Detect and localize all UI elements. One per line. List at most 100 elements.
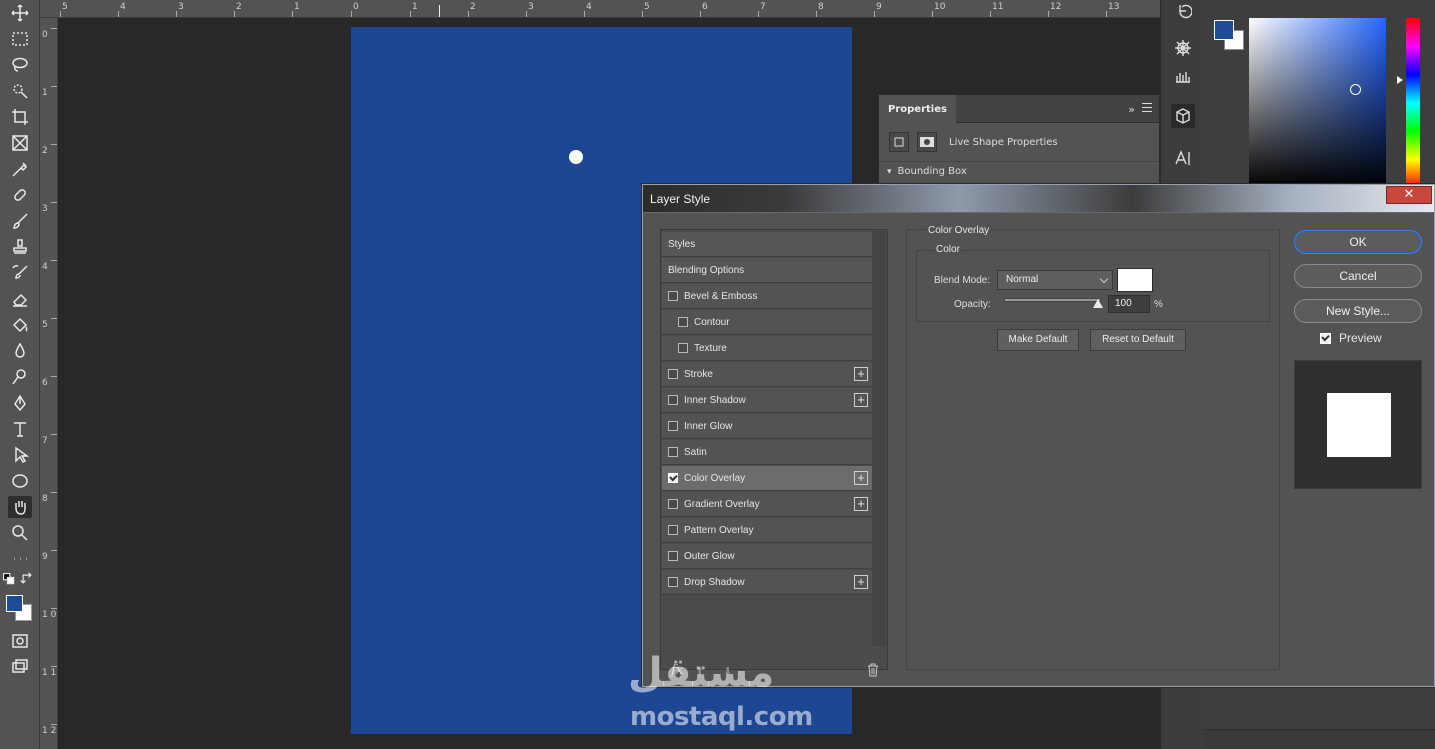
- add-effect-icon[interactable]: +: [854, 575, 868, 589]
- ruler-label: 13: [1108, 2, 1120, 12]
- history-icon[interactable]: [1171, 0, 1195, 24]
- list-item-texture[interactable]: Texture: [662, 336, 872, 361]
- path-selection-tool-icon[interactable]: [8, 444, 32, 466]
- lasso-tool-icon[interactable]: [8, 54, 32, 76]
- history-brush-tool-icon[interactable]: [8, 262, 32, 284]
- character-icon[interactable]: [1171, 146, 1195, 170]
- clone-stamp-tool-icon[interactable]: [8, 236, 32, 258]
- properties-icon[interactable]: [1171, 104, 1195, 128]
- blend-mode-select[interactable]: Normal: [997, 270, 1113, 290]
- add-effect-icon[interactable]: +: [854, 471, 868, 485]
- list-item-drop-shadow[interactable]: Drop Shadow +: [662, 570, 872, 595]
- list-item-blending-options[interactable]: Blending Options: [662, 258, 872, 283]
- checkbox[interactable]: [668, 551, 678, 561]
- list-item-styles[interactable]: Styles: [662, 232, 872, 257]
- checkbox[interactable]: [668, 369, 678, 379]
- quick-mask-icon[interactable]: [8, 630, 32, 652]
- bounding-box-section[interactable]: ▾ Bounding Box: [879, 161, 1159, 181]
- overlay-color-swatch[interactable]: [1117, 268, 1153, 292]
- dodge-tool-icon[interactable]: [8, 366, 32, 388]
- list-item-pattern-overlay[interactable]: Pattern Overlay: [662, 518, 872, 543]
- transform-icon[interactable]: [889, 132, 909, 152]
- add-effect-icon[interactable]: +: [854, 367, 868, 381]
- opacity-slider[interactable]: [1004, 298, 1101, 302]
- ruler-label: 4: [42, 262, 48, 272]
- mask-icon[interactable]: [917, 132, 937, 152]
- checkbox[interactable]: [668, 421, 678, 431]
- color-panel-foreground-swatch[interactable]: [1214, 20, 1234, 40]
- checkbox-checked[interactable]: [668, 473, 678, 483]
- ok-button[interactable]: OK: [1294, 230, 1422, 254]
- crop-tool-icon[interactable]: [8, 106, 32, 128]
- trash-icon[interactable]: [867, 663, 879, 677]
- color-picker-ring[interactable]: [1350, 84, 1361, 95]
- dialog-titlebar[interactable]: Layer Style ✕: [643, 185, 1434, 212]
- hue-slider-handle[interactable]: [1397, 76, 1403, 84]
- ellipse-tool-icon[interactable]: [8, 470, 32, 492]
- ruler-tick: [51, 260, 57, 261]
- healing-brush-tool-icon[interactable]: [8, 184, 32, 206]
- checkbox[interactable]: [668, 291, 678, 301]
- marquee-tool-icon[interactable]: [8, 28, 32, 50]
- list-item-label: Color Overlay: [684, 472, 746, 484]
- opacity-input[interactable]: 100: [1108, 295, 1150, 313]
- panel-menu-icon[interactable]: [1142, 103, 1152, 112]
- add-effect-icon[interactable]: +: [854, 497, 868, 511]
- brush-tool-icon[interactable]: [8, 210, 32, 232]
- list-item-contour[interactable]: Contour: [662, 310, 872, 335]
- checkbox[interactable]: [668, 447, 678, 457]
- default-colors-icon[interactable]: [2, 572, 16, 586]
- frame-tool-icon[interactable]: [8, 132, 32, 154]
- more-tools-icon[interactable]: [8, 548, 32, 570]
- move-tool-icon[interactable]: [8, 2, 32, 24]
- list-item-inner-shadow[interactable]: Inner Shadow +: [662, 388, 872, 413]
- list-item-color-overlay[interactable]: Color Overlay +: [662, 466, 872, 491]
- foreground-color-swatch[interactable]: [6, 595, 23, 612]
- new-style-button[interactable]: New Style...: [1294, 299, 1422, 323]
- checkbox[interactable]: [678, 317, 688, 327]
- eraser-tool-icon[interactable]: [8, 288, 32, 310]
- tab-properties[interactable]: Properties: [879, 95, 956, 123]
- list-item-satin[interactable]: Satin: [662, 440, 872, 465]
- checkbox[interactable]: [678, 343, 688, 353]
- opacity-slider-thumb[interactable]: [1093, 299, 1103, 308]
- list-item-bevel-emboss[interactable]: Bevel & Emboss: [662, 284, 872, 309]
- reset-to-default-button[interactable]: Reset to Default: [1090, 329, 1186, 351]
- 3d-icon[interactable]: [1171, 36, 1195, 60]
- checkbox[interactable]: [668, 395, 678, 405]
- move-up-icon[interactable]: ⬆: [695, 665, 704, 678]
- checkbox[interactable]: [668, 499, 678, 509]
- eyedropper-tool-icon[interactable]: [8, 158, 32, 180]
- blur-tool-icon[interactable]: [8, 340, 32, 362]
- screen-mode-icon[interactable]: [8, 656, 32, 678]
- list-scrollbar[interactable]: [872, 231, 886, 646]
- preview-checkbox[interactable]: [1320, 332, 1331, 344]
- list-item-outer-glow[interactable]: Outer Glow: [662, 544, 872, 569]
- panel-collapse-icon[interactable]: »: [1128, 103, 1135, 116]
- close-button[interactable]: ✕: [1386, 186, 1432, 204]
- color-field[interactable]: [1249, 18, 1386, 188]
- white-circle-shape[interactable]: [569, 150, 583, 164]
- cancel-button[interactable]: Cancel: [1294, 264, 1422, 288]
- checkbox[interactable]: [668, 525, 678, 535]
- hand-tool-icon[interactable]: [8, 496, 32, 518]
- list-item-stroke[interactable]: Stroke +: [662, 362, 872, 387]
- zoom-tool-icon[interactable]: [8, 522, 32, 544]
- swap-colors-icon[interactable]: [20, 572, 34, 586]
- make-default-button[interactable]: Make Default: [997, 329, 1079, 351]
- quick-selection-tool-icon[interactable]: [8, 80, 32, 102]
- pen-tool-icon[interactable]: [8, 392, 32, 414]
- chevron-down-icon[interactable]: ▾: [887, 167, 892, 177]
- paint-bucket-tool-icon[interactable]: [8, 314, 32, 336]
- histogram-icon[interactable]: [1171, 64, 1195, 88]
- add-effect-icon[interactable]: +: [854, 393, 868, 407]
- fx-icon[interactable]: fx: [671, 663, 683, 678]
- move-down-icon[interactable]: ⬇: [723, 665, 732, 678]
- list-item-inner-glow[interactable]: Inner Glow: [662, 414, 872, 439]
- checkbox[interactable]: [668, 577, 678, 587]
- type-tool-icon[interactable]: [8, 418, 32, 440]
- hue-slider[interactable]: [1406, 18, 1420, 188]
- ruler-tick: [51, 28, 57, 29]
- list-item-gradient-overlay[interactable]: Gradient Overlay +: [662, 492, 872, 517]
- preview-toggle[interactable]: Preview: [1320, 331, 1382, 345]
